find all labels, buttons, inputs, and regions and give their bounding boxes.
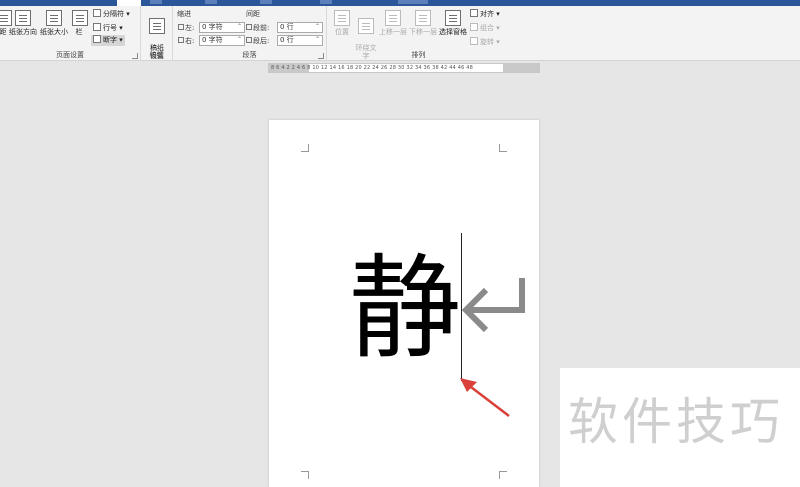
paragraph-dialog-launcher[interactable] (318, 53, 324, 59)
spacing-after-input[interactable]: 0 行 (277, 35, 323, 46)
group-manuscript-label: 稿纸 (149, 51, 164, 59)
spacing-before-label: 段前: (246, 23, 269, 33)
send-backward-icon (415, 10, 431, 26)
position-icon (334, 10, 350, 26)
spacing-before-icon (246, 24, 252, 30)
spacing-after-label: 段后: (246, 36, 269, 46)
group-objects-button[interactable]: 组合 ▾ (470, 23, 500, 34)
indent-left-label: 左: (178, 23, 194, 33)
indent-right-label: 右: (178, 36, 194, 46)
ruler-right-margin (503, 64, 539, 72)
indent-left-icon (178, 24, 184, 30)
tab-view[interactable] (320, 0, 332, 4)
orientation-icon (15, 10, 31, 26)
indent-header: 缩进 (177, 10, 191, 18)
size-label: 纸张大小 (40, 28, 68, 36)
tab-mailings[interactable] (205, 0, 217, 4)
watermark-box: 软件技巧 (560, 368, 800, 487)
spacing-before-input[interactable]: 0 行 (277, 22, 323, 33)
selection-pane-button[interactable]: 选择窗格 (438, 10, 468, 36)
breaks-icon (93, 9, 101, 17)
indent-left-input[interactable]: 0 字符 (199, 22, 245, 33)
crop-mark-bottom-left (301, 471, 309, 479)
paragraph-return-icon (461, 278, 525, 333)
columns-label: 栏 (75, 28, 83, 36)
group-paragraph: 缩进 间距 左: 0 字符 右: 0 字符 段前: 0 行 段后: 0 行 段落 (173, 6, 327, 61)
crop-mark-top-right (499, 144, 507, 152)
bring-forward-button[interactable]: 上移一层 (378, 10, 408, 36)
margins-label: 距 (0, 28, 7, 36)
group-objects-icon (470, 23, 478, 31)
wrap-text-icon (358, 18, 374, 34)
document-text[interactable]: 静 (349, 244, 461, 374)
tab-review[interactable] (260, 0, 272, 4)
align-label: 对齐 (480, 10, 494, 18)
tab-references[interactable] (150, 0, 162, 4)
group-page-setup: 距 纸张方向 纸张大小 栏 分隔符 ▾ 行号 ▾ 断字 ▾ 页面设置 (0, 6, 141, 61)
rotate-icon (470, 37, 478, 45)
watermark-text: 软件技巧 (568, 393, 784, 451)
ribbon: 距 纸张方向 纸张大小 栏 分隔符 ▾ 行号 ▾ 断字 ▾ 页面设置 稿纸 设置 (0, 6, 800, 61)
crop-mark-bottom-right (499, 471, 507, 479)
hyphenation-button[interactable]: 断字 ▾ (91, 35, 125, 46)
breaks-button[interactable]: 分隔符 ▾ (93, 9, 130, 20)
spacing-header: 间距 (246, 10, 260, 18)
indent-right-icon (178, 37, 184, 43)
group-paragraph-label: 段落 (242, 51, 257, 59)
position-label: 位置 (335, 28, 349, 36)
line-numbers-button[interactable]: 行号 ▾ (93, 23, 123, 34)
line-numbers-icon (93, 23, 101, 31)
indent-right-input[interactable]: 0 字符 (199, 35, 245, 46)
columns-button[interactable]: 栏 (72, 10, 88, 36)
align-icon (470, 9, 478, 17)
hyphenation-icon (93, 35, 101, 43)
group-arrange: 位置 环绕文 字 上移一层 下移一层 选择窗格 对齐 ▾ 组合 ▾ 旋转 ▾ 排… (327, 6, 510, 61)
line-numbers-label: 行号 (103, 24, 117, 32)
horizontal-ruler[interactable]: 8 6 4 2 2 4 6 8 10 12 14 16 18 20 22 24 … (268, 63, 540, 73)
bring-forward-label: 上移一层 (379, 28, 407, 36)
spacing-after-icon (246, 37, 252, 43)
group-arrange-label: 排列 (411, 51, 426, 59)
rotate-label: 旋转 (480, 38, 494, 46)
orientation-button[interactable]: 纸张方向 (8, 10, 38, 36)
group-page-setup-label: 页面设置 (56, 51, 84, 59)
send-backward-button[interactable]: 下移一层 (408, 10, 438, 36)
group-manuscript: 稿纸 设置 稿纸 (141, 6, 173, 61)
red-arrow-annotation (460, 378, 510, 417)
ruler-ticks: 8 6 4 2 2 4 6 8 10 12 14 16 18 20 22 24 … (271, 65, 474, 71)
size-button[interactable]: 纸张大小 (39, 10, 69, 36)
tell-me-search[interactable] (398, 0, 428, 4)
align-button[interactable]: 对齐 ▾ (470, 9, 500, 20)
selection-pane-label: 选择窗格 (439, 28, 467, 36)
selection-pane-icon (445, 10, 461, 26)
crop-mark-top-left (301, 144, 309, 152)
breaks-label: 分隔符 (103, 10, 124, 18)
send-backward-label: 下移一层 (409, 28, 437, 36)
bring-forward-icon (385, 10, 401, 26)
orientation-label: 纸张方向 (9, 28, 37, 36)
manuscript-icon (149, 18, 165, 34)
group-objects-label: 组合 (480, 24, 494, 32)
position-button[interactable]: 位置 (331, 10, 353, 36)
columns-icon (72, 10, 88, 26)
page-setup-dialog-launcher[interactable] (132, 53, 138, 59)
hyphenation-label: 断字 (103, 36, 117, 44)
rotate-button[interactable]: 旋转 ▾ (470, 37, 500, 48)
size-icon (46, 10, 62, 26)
